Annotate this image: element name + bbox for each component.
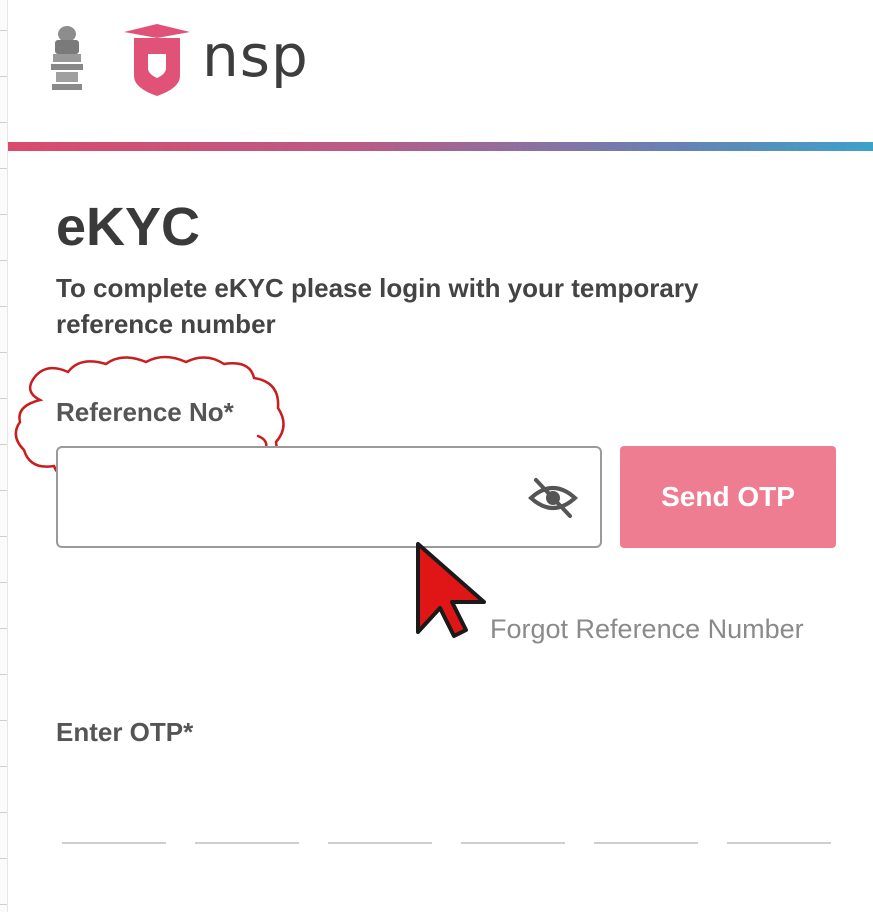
- page-title: eKYC: [56, 197, 201, 257]
- nsp-logo-text: nsp: [202, 22, 309, 90]
- otp-digit-input[interactable]: [328, 800, 432, 844]
- otp-digit-input[interactable]: [62, 800, 166, 844]
- eye-off-icon[interactable]: [528, 476, 578, 520]
- national-emblem-icon: [51, 26, 83, 90]
- otp-input-group: [62, 800, 842, 844]
- red-cursor-icon: [416, 542, 486, 638]
- page-subtitle: To complete eKYC please login with your …: [56, 273, 699, 339]
- otp-digit-input[interactable]: [195, 800, 299, 844]
- reference-no-field: [56, 446, 602, 548]
- otp-digit-input[interactable]: [727, 800, 831, 844]
- forgot-reference-number-link[interactable]: Forgot Reference Number: [490, 614, 804, 645]
- enter-otp-label: Enter OTP*: [56, 717, 194, 747]
- send-otp-button[interactable]: Send OTP: [620, 446, 836, 548]
- header-accent-bar: [8, 142, 873, 151]
- reference-no-input[interactable]: [68, 458, 512, 538]
- otp-digit-input[interactable]: [594, 800, 698, 844]
- site-header: nsp: [8, 0, 873, 140]
- nsp-shield-logo-icon: [124, 24, 190, 96]
- left-edge-strip: [0, 0, 8, 912]
- otp-digit-input[interactable]: [461, 800, 565, 844]
